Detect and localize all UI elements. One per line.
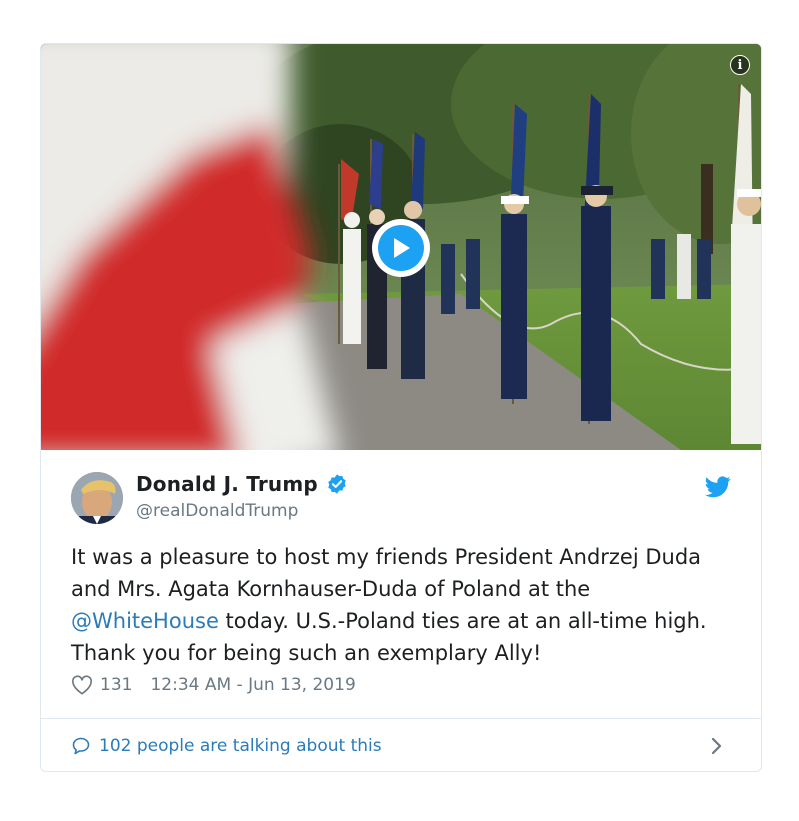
user-handle[interactable]: @realDonaldTrump bbox=[136, 501, 298, 521]
tweet-meta: 131 12:34 AM - Jun 13, 2019 bbox=[71, 675, 356, 695]
heart-icon[interactable] bbox=[71, 675, 93, 695]
play-icon bbox=[378, 225, 424, 271]
mention-link[interactable]: @WhiteHouse bbox=[71, 609, 219, 633]
conversation-label[interactable]: 102 people are talking about this bbox=[99, 736, 382, 756]
embedded-tweet-card[interactable]: i Donald J. Trump @realDonaldTrump It wa… bbox=[40, 43, 762, 772]
tweet-header: Donald J. Trump @realDonaldTrump bbox=[71, 472, 731, 526]
tweet-text: It was a pleasure to host my friends Pre… bbox=[71, 541, 741, 669]
comment-icon bbox=[72, 737, 90, 755]
verified-badge-icon bbox=[328, 474, 346, 494]
play-button[interactable] bbox=[372, 219, 430, 277]
chevron-right-icon[interactable] bbox=[711, 736, 723, 756]
tweet-timestamp[interactable]: 12:34 AM - Jun 13, 2019 bbox=[150, 675, 355, 695]
conversation-link[interactable]: 102 people are talking about this bbox=[71, 732, 731, 760]
like-count[interactable]: 131 bbox=[100, 675, 132, 695]
display-name[interactable]: Donald J. Trump bbox=[136, 472, 318, 496]
info-icon[interactable]: i bbox=[730, 55, 750, 75]
twitter-bird-icon[interactable] bbox=[705, 476, 731, 498]
divider bbox=[41, 718, 761, 719]
tweet-text-part1: It was a pleasure to host my friends Pre… bbox=[71, 545, 702, 601]
video-thumbnail[interactable]: i bbox=[41, 44, 761, 450]
avatar[interactable] bbox=[71, 472, 123, 524]
